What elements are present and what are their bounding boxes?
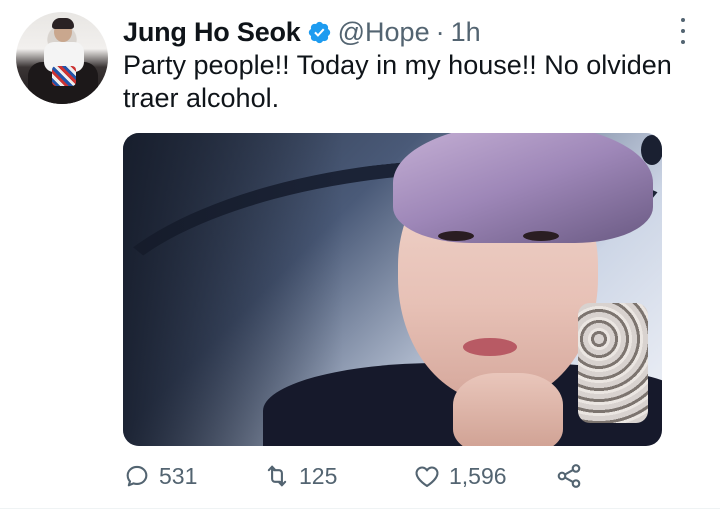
- heart-icon: [415, 466, 439, 487]
- tweet-text: Party people!! Today in my house!! No ol…: [123, 50, 672, 113]
- verified-badge-icon: [308, 21, 330, 43]
- reply-icon: [126, 465, 148, 487]
- share-button[interactable]: [555, 458, 583, 494]
- tweet-actions: 531 125 1,596: [123, 458, 643, 494]
- divider: [0, 508, 720, 509]
- like-count: 1,596: [449, 462, 507, 489]
- more-vertical-icon[interactable]: [676, 18, 690, 44]
- tweet-photo[interactable]: [123, 133, 662, 446]
- tweet-header: Jung Ho Seok @Hope · 1h: [123, 14, 481, 50]
- author-handle[interactable]: @Hope: [338, 17, 430, 48]
- author-name[interactable]: Jung Ho Seok: [123, 17, 301, 48]
- separator-dot: ·: [435, 16, 445, 47]
- reply-button[interactable]: 531: [123, 458, 197, 494]
- like-button[interactable]: 1,596: [413, 458, 507, 494]
- retweet-count: 125: [299, 462, 338, 489]
- reply-count: 531: [159, 462, 198, 489]
- avatar[interactable]: [16, 12, 108, 104]
- share-icon: [557, 464, 581, 488]
- retweet-icon: [267, 465, 287, 487]
- tweet-time[interactable]: 1h: [451, 17, 481, 48]
- retweet-button[interactable]: 125: [263, 458, 337, 494]
